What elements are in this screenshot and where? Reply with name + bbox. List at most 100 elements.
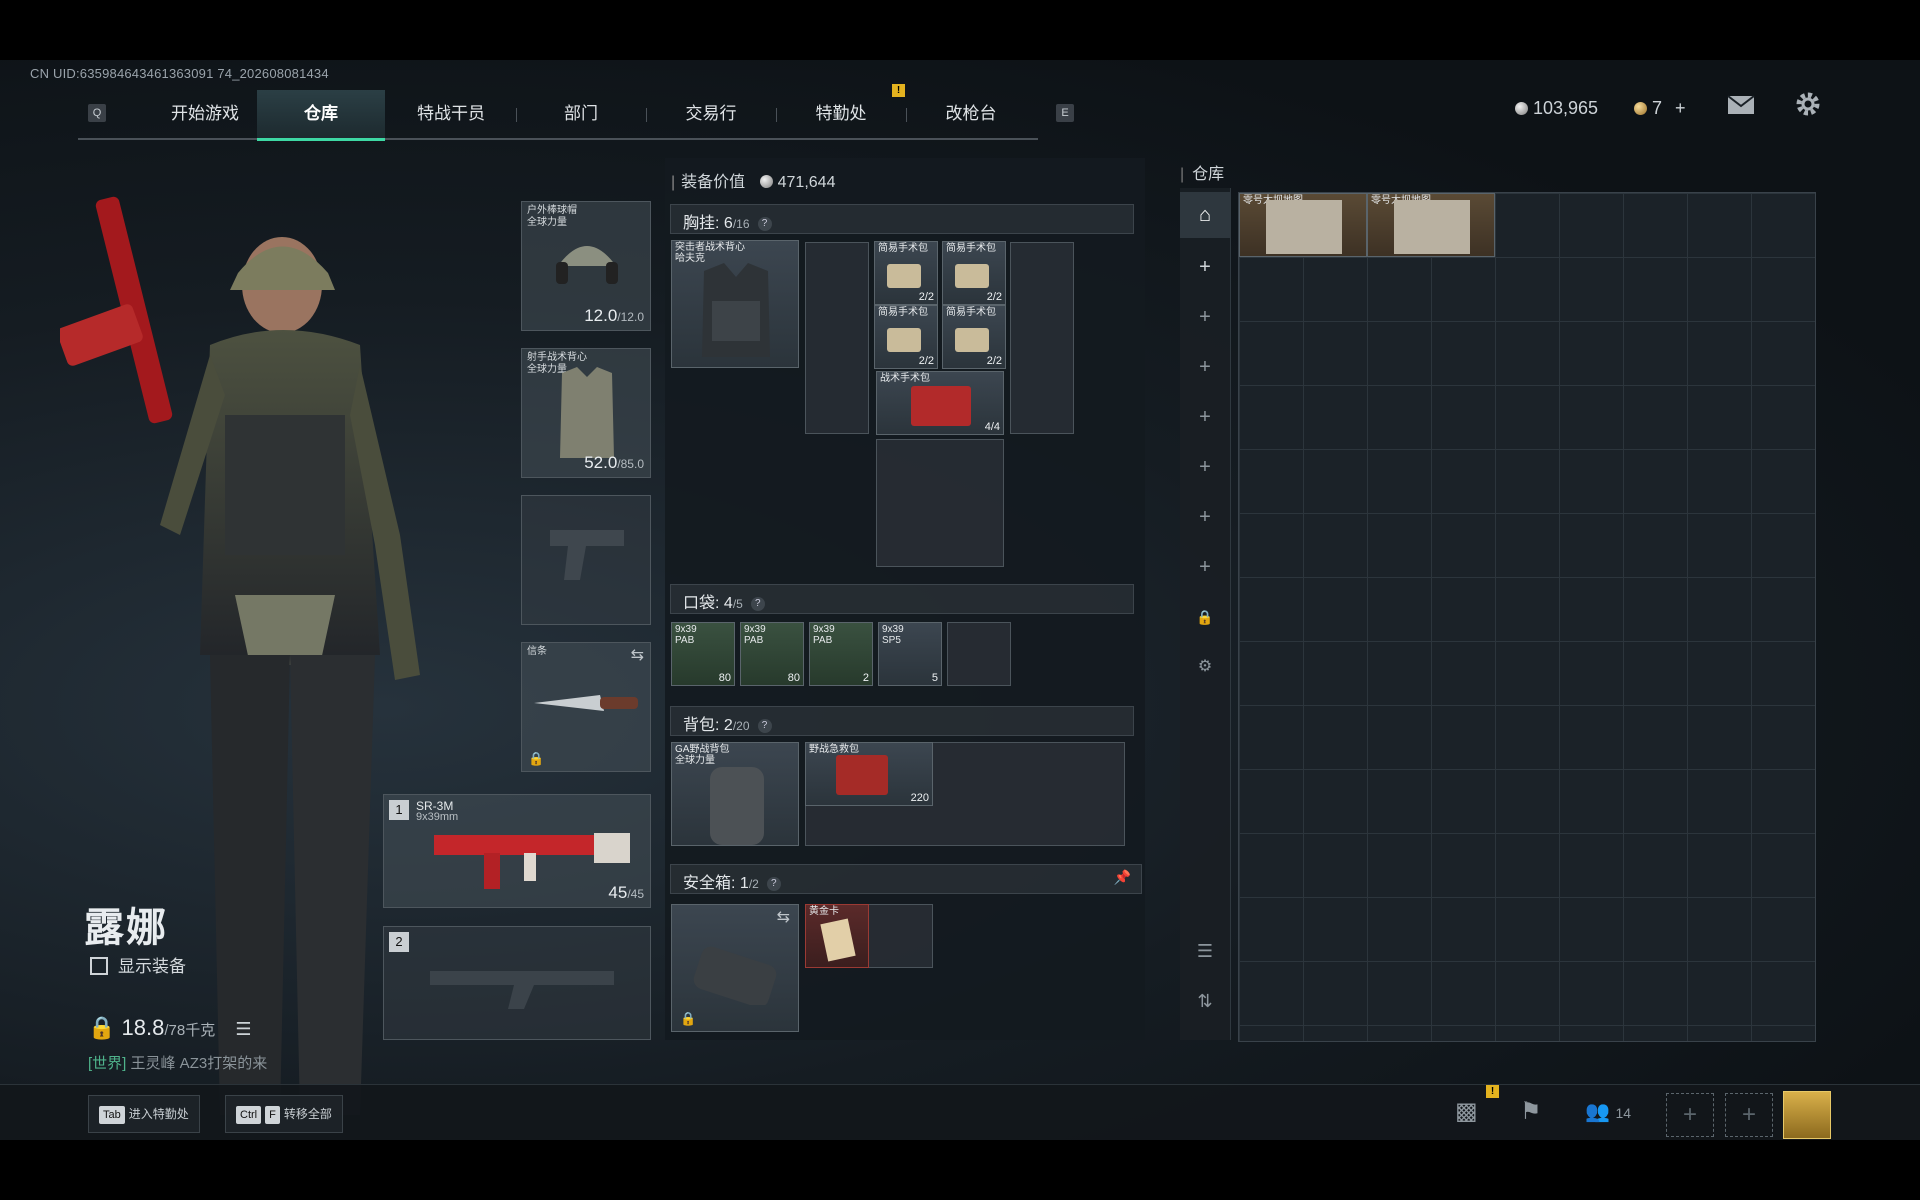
safebox-item[interactable]: 黄金卡 bbox=[805, 904, 869, 968]
pistol-slot[interactable] bbox=[521, 495, 651, 625]
world-chat-line[interactable]: [世界] 王灵峰 AZ3打架的来 bbox=[88, 1052, 267, 1073]
stash-item[interactable]: 零号大坝地图 bbox=[1239, 193, 1367, 257]
transfer-all-button[interactable]: Ctrl F 转移全部 bbox=[225, 1095, 343, 1133]
primary-weapon-slot[interactable]: 1 SR-3M 9x39mm 45/45 bbox=[383, 794, 651, 908]
stash-panel: |仓库 ⌂ + + + + + + + 🔒 ⚙ ☰ ⇅ 零号大坝地图 零号大坝地… bbox=[1180, 158, 1830, 1042]
stash-item[interactable]: 零号大坝地图 bbox=[1367, 193, 1495, 257]
backpack-item[interactable]: 野战急救包 220 bbox=[805, 742, 933, 806]
add-stash-tab-button[interactable]: + bbox=[1180, 394, 1230, 440]
pocket-item[interactable]: 9x39 PAB 80 bbox=[671, 622, 735, 686]
safebox-header: 安全箱: 1/2? 📌 bbox=[670, 864, 1142, 894]
nav-left-key[interactable]: Q bbox=[88, 104, 106, 122]
avatar[interactable] bbox=[1783, 1091, 1831, 1139]
top-nav: Q 开始游戏 仓库 特战干员 部门 交易行 特勤处 ! 改枪台 E bbox=[78, 84, 1074, 141]
safebox-icon bbox=[693, 946, 777, 1005]
tab-special-ops[interactable]: 特勤处 bbox=[777, 90, 905, 138]
lock-icon: 🔒 bbox=[88, 1015, 116, 1040]
rig-icon bbox=[702, 263, 770, 357]
flag-icon[interactable]: ⚑ bbox=[1520, 1097, 1542, 1126]
gold-currency[interactable]: 7 + bbox=[1634, 98, 1686, 119]
invite-slot-button[interactable]: + bbox=[1666, 1093, 1714, 1137]
equipment-value: | 装备价值 471,644 bbox=[671, 174, 836, 191]
backpack-slot[interactable]: GA野战背包 全球力量 bbox=[671, 742, 799, 846]
backpack-header: 背包: 2/20? bbox=[670, 706, 1134, 736]
chest-rig-slot[interactable]: 突击者战术背心 哈夫克 bbox=[671, 240, 799, 368]
lock-icon: 🔒 bbox=[528, 751, 545, 766]
rig-item[interactable]: 简易手术包 2/2 bbox=[942, 241, 1006, 305]
melee-slot[interactable]: 信条 ⇆ 🔒 bbox=[521, 642, 651, 772]
pocket-item[interactable]: 9x39 SP5 5 bbox=[878, 622, 942, 686]
swap-icon[interactable]: ⇆ bbox=[777, 907, 790, 927]
show-gear-checkbox[interactable] bbox=[90, 957, 108, 975]
help-icon[interactable]: ? bbox=[757, 719, 772, 733]
armor-slot[interactable]: 射手战术背心 全球力量 52.0/85.0 bbox=[521, 348, 651, 478]
mail-icon[interactable] bbox=[1727, 94, 1755, 122]
swap-icon[interactable]: ⇆ bbox=[631, 645, 644, 665]
pocket-empty-cell[interactable] bbox=[947, 622, 1011, 686]
helmet-slot[interactable]: 户外棒球帽 全球力量 12.0/12.0 bbox=[521, 201, 651, 331]
silver-coin-icon bbox=[1515, 102, 1528, 115]
bottom-bar: Tab 进入特勤处 Ctrl F 转移全部 ▩ ! ⚑ 👥 14 + + bbox=[0, 1084, 1920, 1140]
gear-icon[interactable]: ⚙ bbox=[1180, 644, 1230, 690]
rig-grid-cell[interactable] bbox=[805, 242, 869, 434]
help-icon[interactable]: ? bbox=[750, 597, 765, 611]
chest-rig-header: 胸挂: 6/16? bbox=[670, 204, 1134, 234]
pocket-item[interactable]: 9x39 PAB 2 bbox=[809, 622, 873, 686]
friends-button[interactable]: 👥 14 bbox=[1585, 1099, 1631, 1124]
silver-currency: 103,965 bbox=[1515, 98, 1598, 119]
rig-item[interactable]: 简易手术包 2/2 bbox=[874, 241, 938, 305]
rig-item[interactable]: 简易手术包 2/2 bbox=[942, 305, 1006, 369]
gold-coin-icon bbox=[1634, 102, 1647, 115]
layers-icon[interactable]: ☰ bbox=[1180, 928, 1230, 974]
add-stash-tab-button[interactable]: + bbox=[1180, 444, 1230, 490]
pocket-header: 口袋: 4/5? bbox=[670, 584, 1134, 614]
tab-trade[interactable]: 交易行 bbox=[647, 90, 775, 138]
silver-coin-icon bbox=[759, 175, 773, 188]
safebox-slot[interactable]: ⇆ 🔒 bbox=[671, 904, 799, 1032]
rig-item[interactable]: 战术手术包 4/4 bbox=[876, 371, 1004, 435]
pistol-placeholder-icon bbox=[550, 530, 624, 580]
player-uid: CN UID:635984643461363091 74_20260808143… bbox=[30, 66, 329, 81]
settings-gear-icon[interactable] bbox=[1795, 91, 1821, 124]
add-stash-tab-button[interactable]: + bbox=[1180, 344, 1230, 390]
cap-headset-icon bbox=[556, 246, 618, 284]
add-stash-tab-button[interactable]: + bbox=[1180, 494, 1230, 540]
help-icon[interactable]: ? bbox=[766, 877, 781, 891]
help-icon[interactable]: ? bbox=[757, 217, 772, 231]
add-stash-tab-button[interactable]: + bbox=[1180, 544, 1230, 590]
rig-grid-cell[interactable] bbox=[876, 439, 1004, 567]
invite-slot-button[interactable]: + bbox=[1725, 1093, 1773, 1137]
stats-icon[interactable]: ▩ bbox=[1455, 1097, 1478, 1126]
lock-icon[interactable]: 🔒 bbox=[1180, 594, 1230, 640]
stash-sidebar: ⌂ + + + + + + + 🔒 ⚙ ☰ ⇅ bbox=[1180, 188, 1231, 1040]
backpack-icon bbox=[710, 767, 764, 845]
alert-icon: ! bbox=[1486, 1085, 1499, 1098]
secondary-weapon-slot[interactable]: 2 bbox=[383, 926, 651, 1040]
operator-name: 露娜 bbox=[84, 906, 168, 950]
add-stash-tab-button[interactable]: + bbox=[1180, 244, 1230, 290]
stash-grid[interactable]: 零号大坝地图 零号大坝地图 bbox=[1238, 192, 1816, 1042]
add-stash-tab-button[interactable]: + bbox=[1180, 294, 1230, 340]
nav-right-key[interactable]: E bbox=[1056, 104, 1074, 122]
knife-icon bbox=[534, 695, 638, 711]
carry-weight: 🔒 18.8/78千克 ☰ bbox=[88, 1015, 252, 1040]
tab-start-game[interactable]: 开始游戏 bbox=[141, 90, 269, 138]
list-icon[interactable]: ☰ bbox=[235, 1019, 251, 1039]
lock-icon: 🔒 bbox=[680, 1011, 697, 1026]
show-gear-toggle[interactable]: 显示装备 bbox=[90, 952, 186, 977]
pocket-item[interactable]: 9x39 PAB 80 bbox=[740, 622, 804, 686]
rig-item[interactable]: 简易手术包 2/2 bbox=[874, 305, 938, 369]
rig-grid-cell[interactable] bbox=[1010, 242, 1074, 434]
tab-department[interactable]: 部门 bbox=[517, 90, 645, 138]
equipment-panel: | 装备价值 471,644 胸挂: 6/16? 突击者战术背心 哈夫克 简易手术… bbox=[665, 158, 1145, 1040]
rifle-placeholder-icon bbox=[430, 971, 614, 1009]
enter-special-ops-button[interactable]: Tab 进入特勤处 bbox=[88, 1095, 200, 1133]
pin-icon[interactable]: 📌 bbox=[1114, 869, 1131, 886]
tab-operators[interactable]: 特战干员 bbox=[387, 90, 515, 138]
stash-title: | 仓库 bbox=[1180, 166, 1225, 183]
sort-icon[interactable]: ⇅ bbox=[1180, 978, 1230, 1024]
add-currency-button[interactable]: + bbox=[1675, 98, 1686, 118]
stash-home-icon[interactable]: ⌂ bbox=[1180, 192, 1230, 238]
tab-gunsmith[interactable]: 改枪台 bbox=[907, 90, 1035, 138]
tab-warehouse[interactable]: 仓库 bbox=[257, 90, 385, 141]
